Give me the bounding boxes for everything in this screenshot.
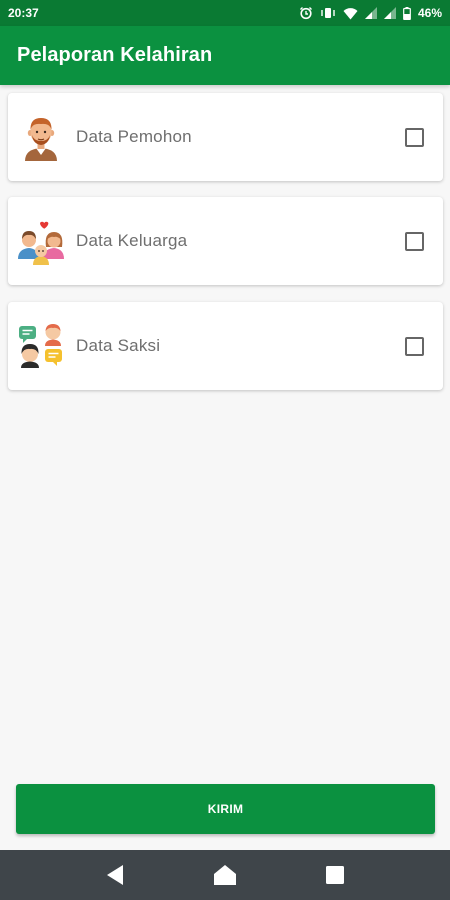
- list-item[interactable]: Data Saksi: [8, 302, 443, 390]
- checkbox[interactable]: [405, 127, 424, 147]
- list-item[interactable]: Data Pemohon: [8, 93, 443, 181]
- man-avatar-icon: [17, 113, 65, 161]
- list-item-label: Data Keluarga: [76, 231, 188, 250]
- checkbox[interactable]: [405, 336, 424, 356]
- signal-icon: [364, 7, 377, 19]
- app-bar: Pelaporan Kelahiran: [0, 26, 450, 85]
- battery-percent: 46%: [417, 6, 442, 20]
- status-icons: 46%: [299, 6, 442, 20]
- list-item-label: Data Saksi: [76, 336, 161, 355]
- checkbox[interactable]: [405, 231, 424, 251]
- list-item-label: Data Pemohon: [76, 127, 192, 146]
- page-title: Pelaporan Kelahiran: [17, 44, 213, 66]
- submit-button[interactable]: KIRIM: [16, 784, 435, 834]
- battery-icon: [403, 6, 411, 20]
- alarm-icon: [299, 6, 313, 20]
- vibrate-icon: [320, 6, 336, 20]
- wifi-icon: [343, 7, 358, 20]
- recents-icon[interactable]: [315, 855, 355, 895]
- list-item[interactable]: Data Keluarga: [8, 197, 443, 285]
- status-bar: 20:37 46%: [0, 0, 450, 26]
- home-icon[interactable]: [205, 855, 245, 895]
- navigation-bar: [0, 850, 450, 900]
- witnesses-chat-icon: [17, 322, 65, 370]
- family-icon: [17, 217, 65, 265]
- back-icon[interactable]: [95, 855, 135, 895]
- signal-icon: [383, 7, 396, 19]
- status-time: 20:37: [8, 6, 39, 20]
